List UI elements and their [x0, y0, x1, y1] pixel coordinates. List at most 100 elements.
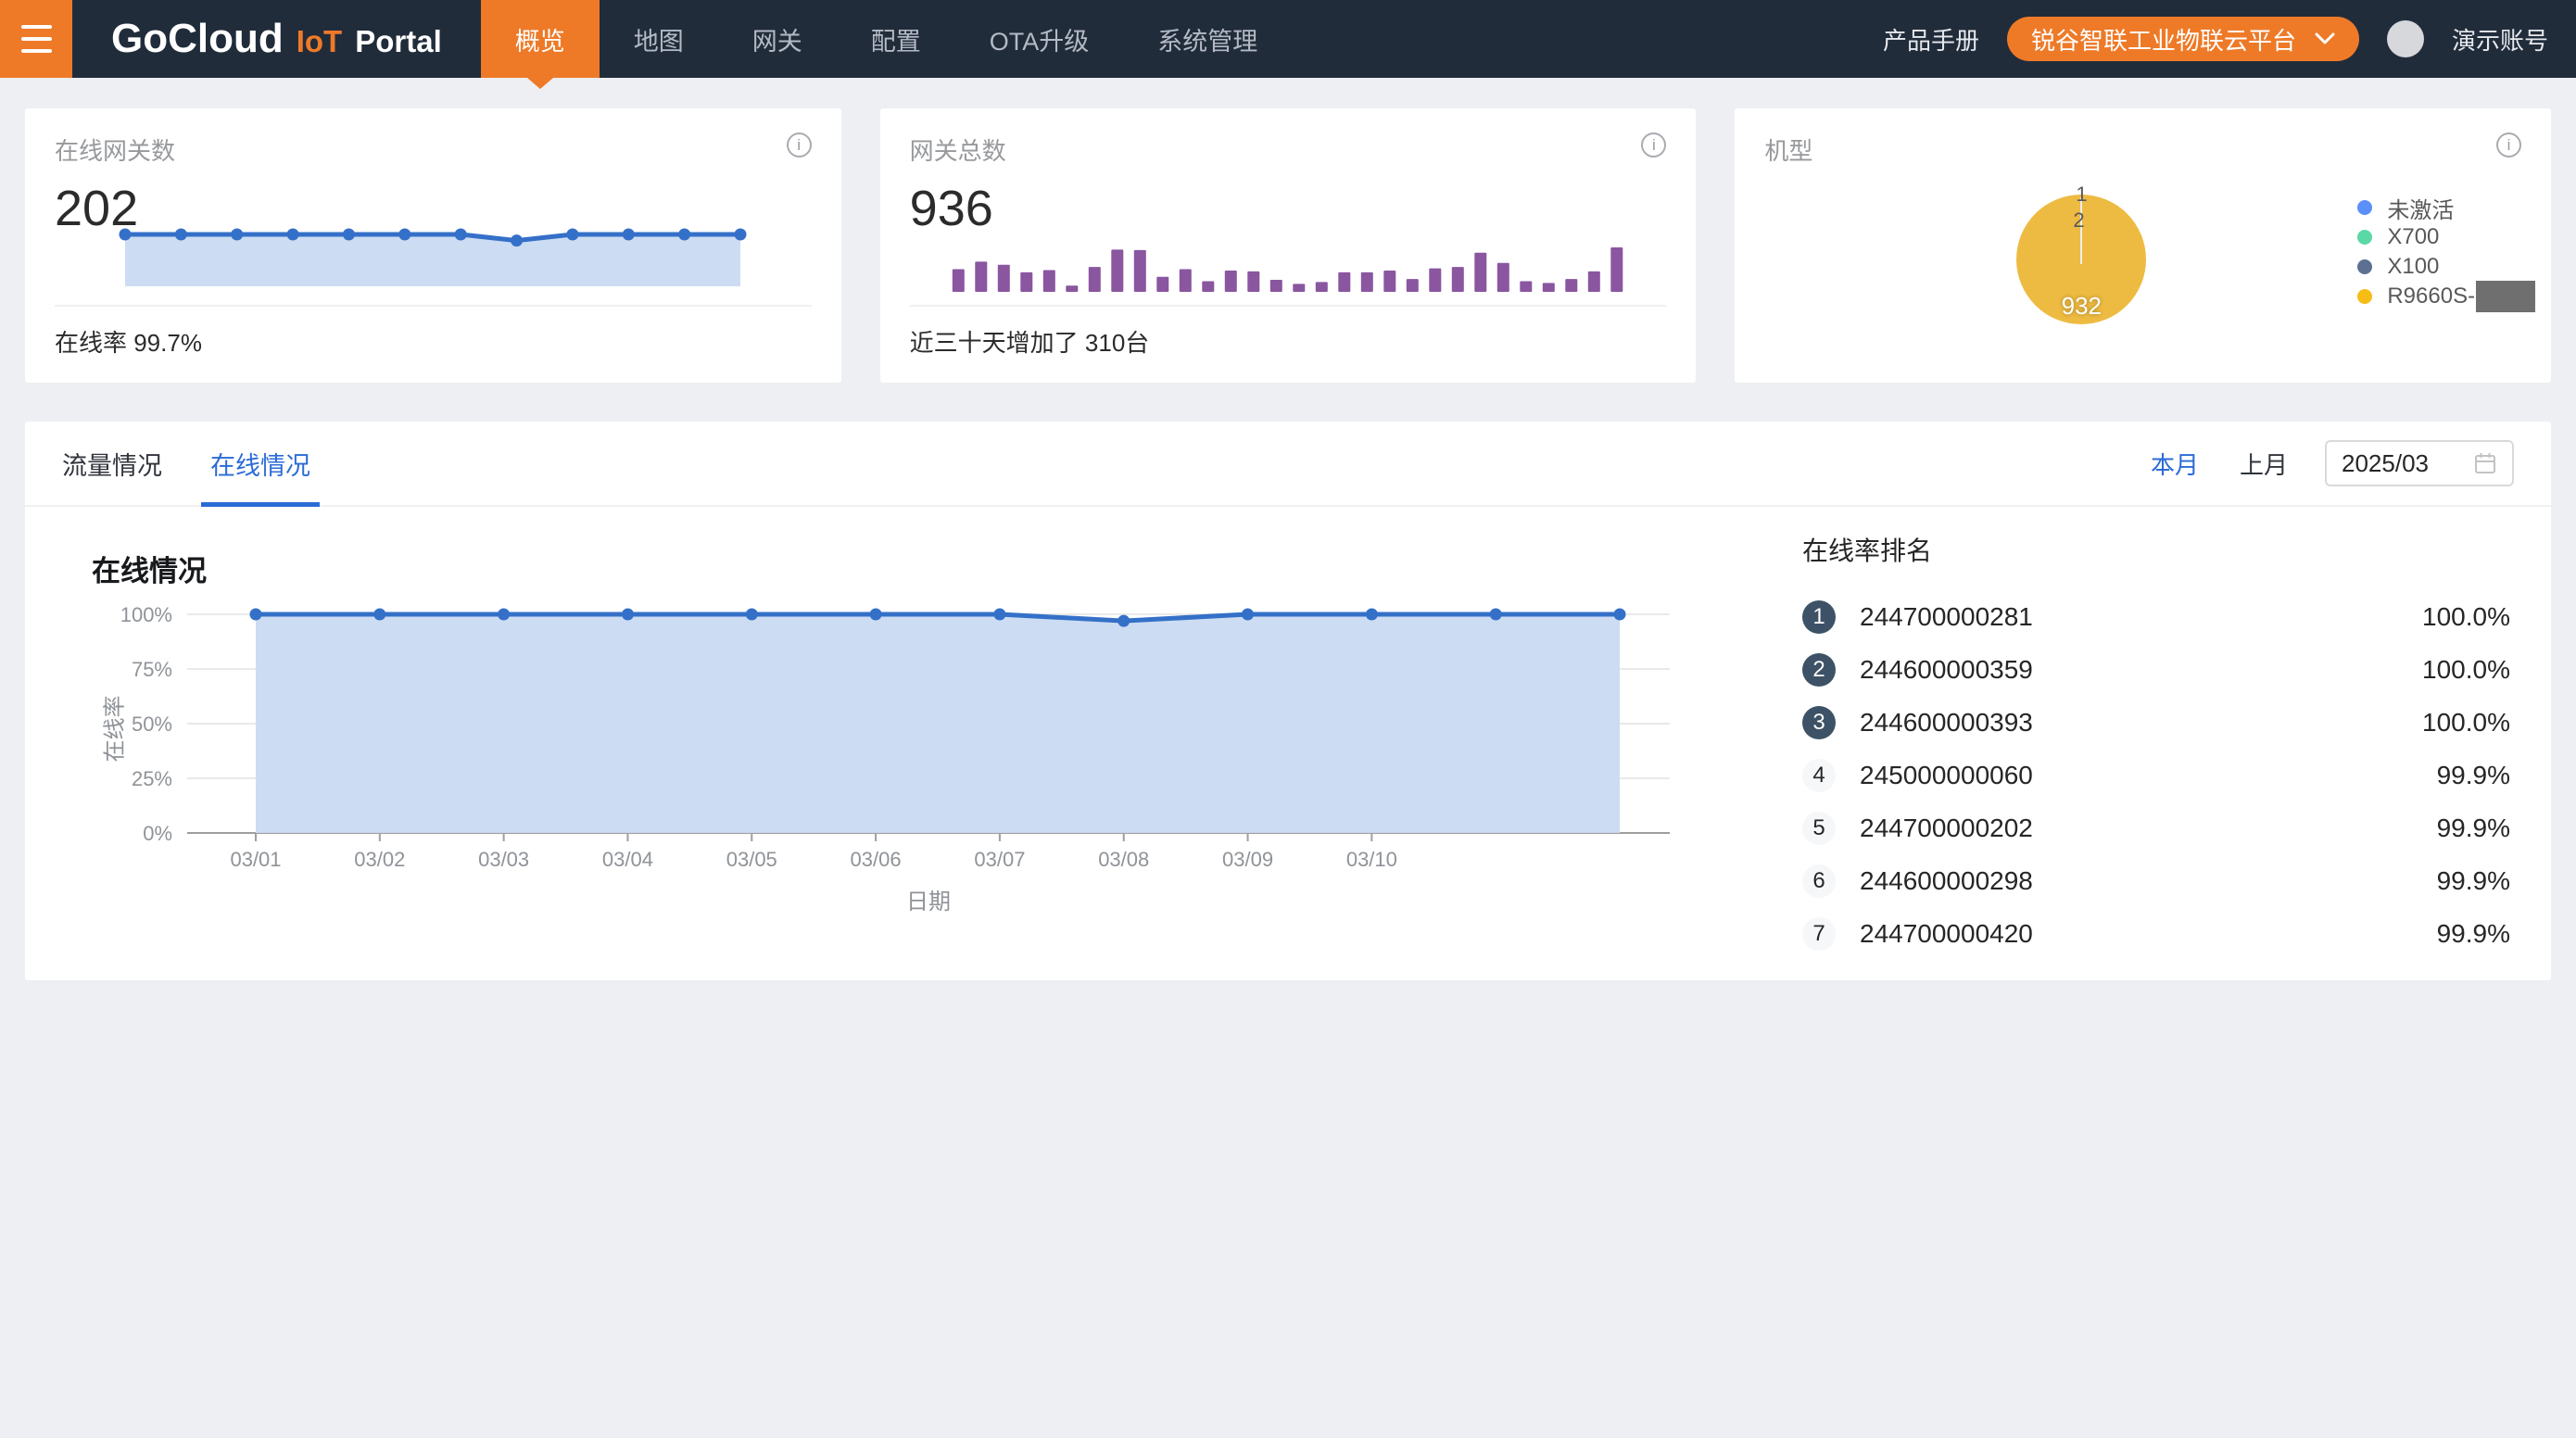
- card-models: 机型 i 1 2 932 未激活X700 X100 R9660S-: [1735, 108, 2551, 383]
- legend-dot: [2357, 259, 2372, 274]
- models-legend: 未激活X700 X100 R9660S-: [2357, 194, 2535, 312]
- online-status-chart-area: 在线情况 在线率 0%25%50%75%100%03/0103/0203/030…: [25, 507, 1776, 978]
- legend-dot: [2357, 230, 2372, 245]
- gateway-id: 245000000060: [1860, 761, 2033, 790]
- legend-label: R9660S-: [2387, 284, 2475, 309]
- ranking-row: 5 244700000202 99.9%: [1802, 801, 2510, 854]
- online-rate-value: 99.9%: [2437, 814, 2510, 843]
- svg-text:25%: 25%: [132, 767, 172, 790]
- ranking-row: 3 244600000393 100.0%: [1802, 696, 2510, 749]
- last-month-button[interactable]: 上月: [2240, 447, 2288, 481]
- panel-body: 在线情况 在线率 0%25%50%75%100%03/0103/0203/030…: [25, 507, 2551, 978]
- product-manual-link[interactable]: 产品手册: [1883, 22, 1979, 57]
- total-gateways-count: 936: [910, 180, 1667, 237]
- pie-slice-label: 1: [2076, 183, 2087, 207]
- gateway-id: 244700000281: [1860, 602, 2033, 632]
- ranking-rows: 1244700000281100.0%2244600000359100.0%32…: [1802, 590, 2510, 960]
- svg-text:03/08: 03/08: [1098, 848, 1149, 871]
- ranking-row: 2244600000359100.0%: [1802, 643, 2510, 696]
- online-rate-ranking: 在线率排名 1244700000281100.0%224460000035910…: [1776, 507, 2551, 978]
- detail-panel: 流量情况 在线情况 本月 上月 2025/03 在线情况 在线率 0%25%50…: [25, 422, 2551, 980]
- tab-online-status[interactable]: 在线情况: [210, 422, 310, 505]
- svg-text:100%: 100%: [120, 603, 172, 626]
- info-icon[interactable]: i: [2496, 132, 2521, 158]
- card-total-gateways: 网关总数 i 936 近三十天增加了 310台: [880, 108, 1697, 383]
- online-gateways-sparkline-chart: [118, 225, 748, 292]
- svg-text:50%: 50%: [132, 713, 172, 736]
- nav-tab-5[interactable]: OTA升级: [955, 0, 1124, 78]
- svg-text:03/07: 03/07: [974, 848, 1025, 871]
- svg-text:03/05: 03/05: [726, 848, 777, 871]
- legend-dot: [2357, 200, 2372, 215]
- header-right-group: 产品手册 锐谷智联工业物联云平台 演示账号: [1883, 0, 2576, 78]
- legend-item[interactable]: 未激活: [2357, 194, 2535, 221]
- chevron-down-icon: [2315, 32, 2335, 45]
- nav-tab-2[interactable]: 地图: [600, 0, 718, 78]
- svg-text:03/06: 03/06: [851, 848, 902, 871]
- online-rate-value: 100.0%: [2422, 655, 2510, 685]
- month-picker-value: 2025/03: [2342, 449, 2429, 478]
- ranking-row: 6 244600000298 99.9%: [1802, 854, 2510, 907]
- pie-slice-label: 2: [2073, 208, 2084, 233]
- pie-main-value: 932: [2049, 292, 2114, 321]
- svg-text:日期: 日期: [906, 889, 951, 915]
- total-gateways-bar-chart: [947, 238, 1628, 296]
- redaction-box: [2476, 281, 2535, 312]
- rank-badge: 5: [1802, 812, 1836, 845]
- gateway-id: 244700000420: [1860, 919, 2033, 949]
- gateway-id: 244600000393: [1860, 708, 2033, 738]
- svg-text:03/09: 03/09: [1222, 848, 1273, 871]
- ranking-row: 1244700000281100.0%: [1802, 590, 2510, 643]
- stat-cards-row: 在线网关数 i 202 在线率 99.7% 网关总数 i 936 近三十天增加了…: [25, 108, 2551, 383]
- top-navbar: GoCloud IoT Portal 概览地图网关配置OTA升级系统管理 产品手…: [0, 0, 2576, 78]
- card-title: 机型: [1764, 132, 2521, 167]
- hamburger-menu-icon[interactable]: [0, 0, 72, 78]
- platform-selector-button[interactable]: 锐谷智联工业物联云平台: [2007, 17, 2359, 61]
- legend-item[interactable]: X100: [2357, 253, 2535, 281]
- tab-traffic[interactable]: 流量情况: [62, 422, 162, 505]
- nav-tab-3[interactable]: 网关: [718, 0, 837, 78]
- legend-dot: [2357, 289, 2372, 304]
- month-picker[interactable]: 2025/03: [2325, 440, 2514, 486]
- divider: [55, 305, 812, 307]
- rank-badge: 6: [1802, 864, 1836, 898]
- this-month-button[interactable]: 本月: [2151, 447, 2199, 481]
- legend-item[interactable]: R9660S-: [2357, 283, 2535, 310]
- card-online-gateways: 在线网关数 i 202 在线率 99.7%: [25, 108, 841, 383]
- svg-text:75%: 75%: [132, 658, 172, 681]
- legend-label: X100: [2387, 254, 2439, 280]
- ranking-title: 在线率排名: [1802, 531, 2510, 568]
- logo-text-suffix: Portal: [355, 24, 442, 59]
- online-rate-value: 100.0%: [2422, 602, 2510, 632]
- rank-badge: 4: [1802, 759, 1836, 792]
- svg-text:03/10: 03/10: [1346, 848, 1397, 871]
- account-name: 演示账号: [2452, 22, 2548, 57]
- calendar-icon: [2473, 451, 2497, 475]
- logo-text-main: GoCloud: [111, 16, 284, 62]
- rank-badge: 7: [1802, 917, 1836, 951]
- online-rate-value: 99.9%: [2437, 866, 2510, 896]
- online-rate-value: 100.0%: [2422, 708, 2510, 738]
- nav-tabs: 概览地图网关配置OTA升级系统管理: [481, 0, 1293, 78]
- online-rate-value: 99.9%: [2437, 919, 2510, 949]
- logo-text-accent: IoT: [297, 24, 342, 59]
- panel-header: 流量情况 在线情况 本月 上月 2025/03: [25, 422, 2551, 507]
- legend-item[interactable]: X700: [2357, 223, 2535, 251]
- card-title: 网关总数: [910, 132, 1667, 167]
- gateway-id: 244700000202: [1860, 814, 2033, 843]
- rank-badge: 3: [1802, 706, 1836, 739]
- legend-label: 未激活: [2387, 192, 2454, 224]
- user-avatar[interactable]: [2387, 20, 2424, 57]
- gateway-id: 244600000359: [1860, 655, 2033, 685]
- svg-text:03/02: 03/02: [354, 848, 405, 871]
- chart-title: 在线情况: [92, 548, 207, 589]
- nav-tab-6[interactable]: 系统管理: [1123, 0, 1292, 78]
- svg-text:03/01: 03/01: [230, 848, 281, 871]
- nav-tab-1[interactable]: 概览: [481, 0, 600, 78]
- nav-tab-4[interactable]: 配置: [837, 0, 955, 78]
- info-icon[interactable]: i: [787, 132, 812, 158]
- svg-text:03/03: 03/03: [478, 848, 529, 871]
- gateway-id: 244600000298: [1860, 866, 2033, 896]
- app-logo: GoCloud IoT Portal: [111, 16, 442, 62]
- card-title: 在线网关数: [55, 132, 812, 167]
